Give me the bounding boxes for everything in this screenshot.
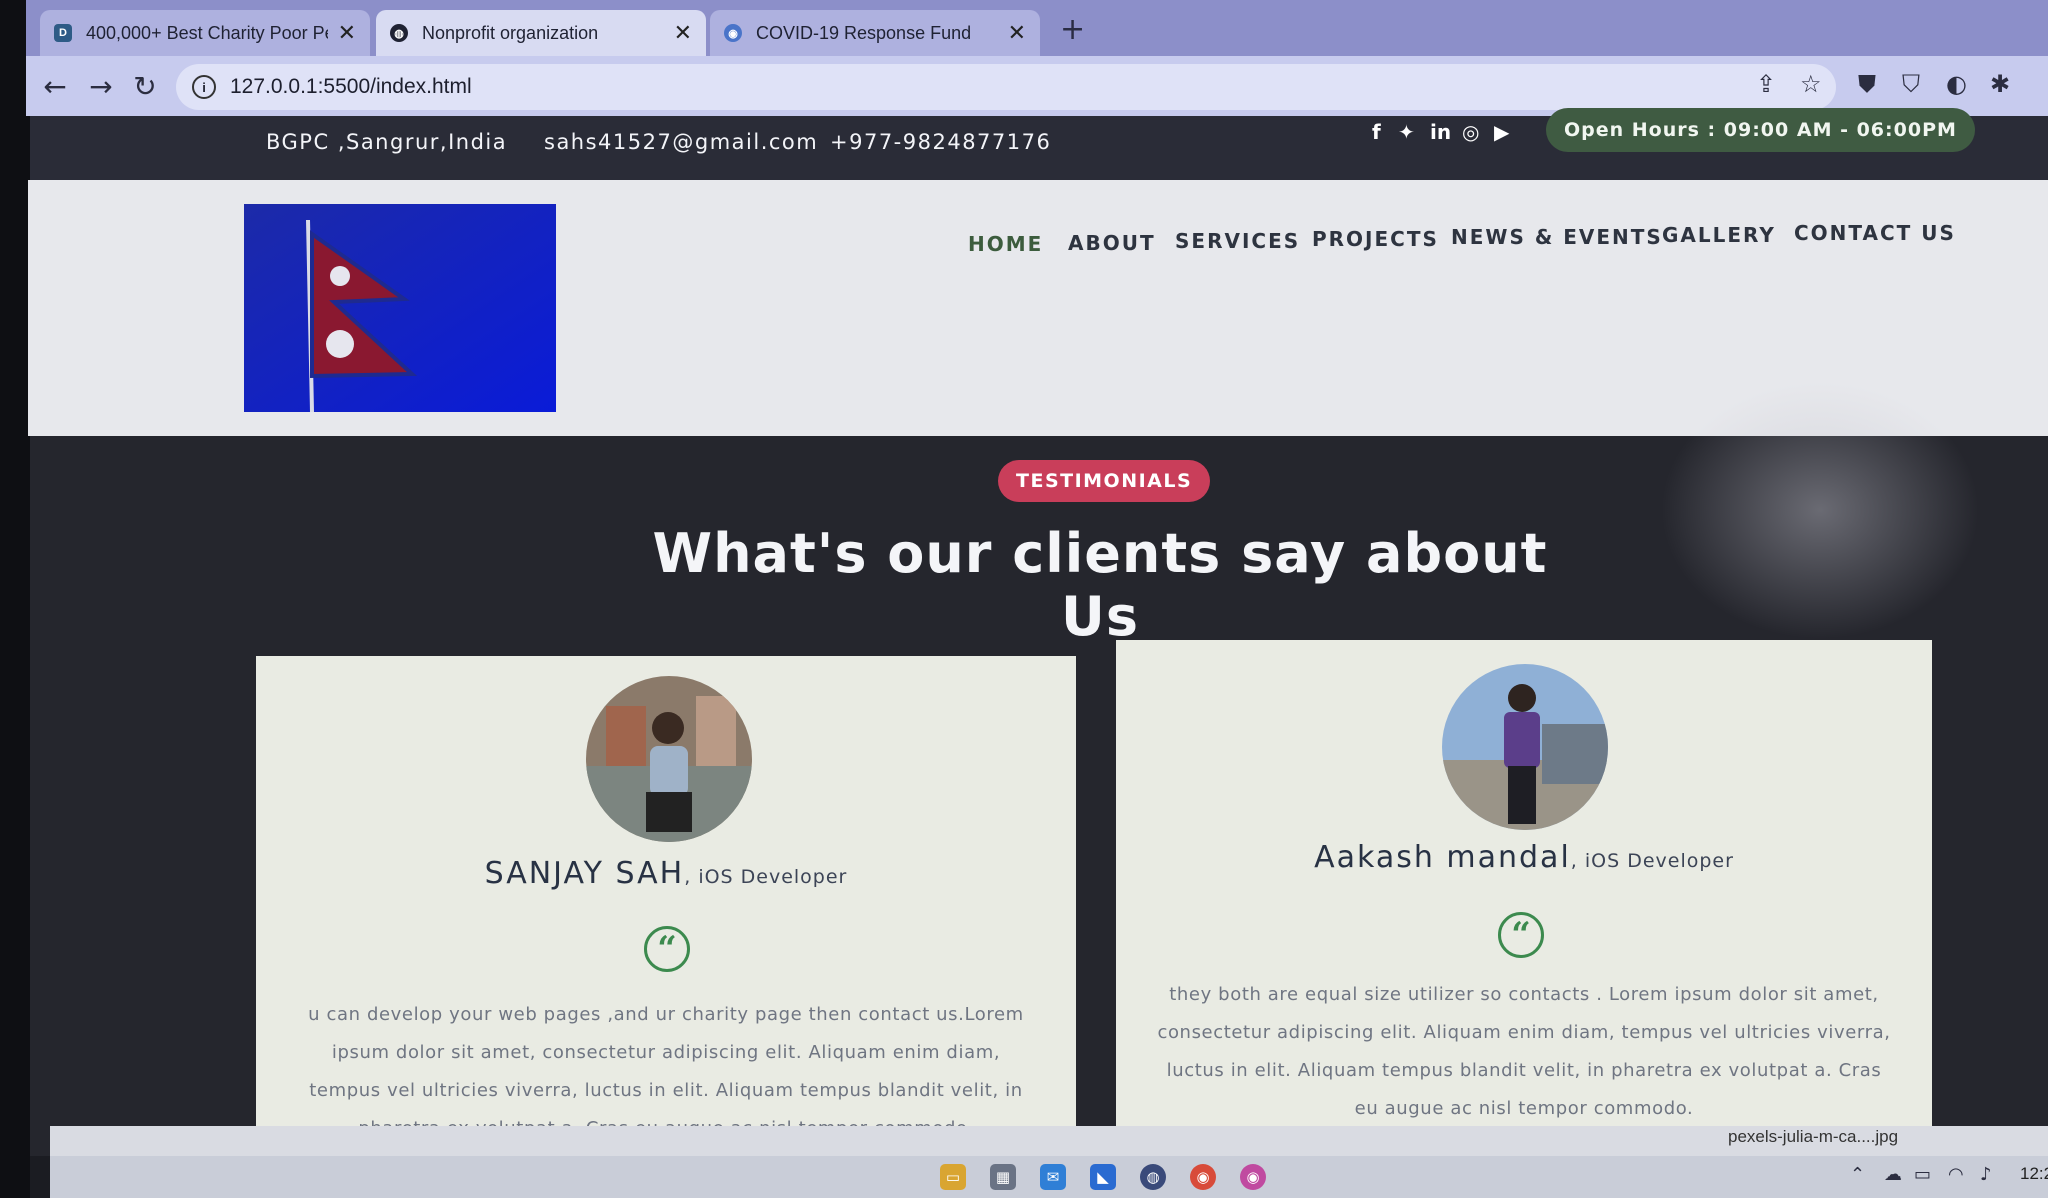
download-item[interactable]: pexels-julia-m-ca....jpg	[1728, 1127, 1898, 1147]
testimonial-text: they both are equal size utilizer so con…	[1157, 984, 1891, 1119]
clock: 12:2	[2020, 1164, 2048, 1183]
twitter-icon[interactable]: ✦	[1398, 120, 1415, 144]
quote-icon: “	[1498, 912, 1544, 958]
close-tab-icon[interactable]: ✕	[674, 20, 692, 46]
app-icon[interactable]: ◍	[1140, 1164, 1166, 1190]
youtube-icon[interactable]: ▶	[1494, 120, 1509, 144]
share-icon[interactable]: ⇪	[1756, 70, 1776, 98]
nav-services[interactable]: SERVICES	[1175, 229, 1300, 253]
forward-icon[interactable]: →	[84, 70, 118, 103]
extensions-puzzle-icon[interactable]: ✱	[1990, 70, 2010, 98]
extension-badge-icon[interactable]: ⛉	[1902, 70, 1920, 98]
vscode-icon[interactable]: ◣	[1090, 1164, 1116, 1190]
nav-about[interactable]: ABOUT	[1068, 231, 1156, 255]
open-hours-badge: Open Hours : 09:00 AM - 06:00PM	[1546, 108, 1975, 152]
testimonial-card: Aakash mandal, iOS Developer “ they both…	[1116, 640, 1932, 1156]
nav-gallery[interactable]: GALLERY	[1662, 223, 1776, 247]
tab-covid[interactable]: ◉ COVID-19 Response Fund ✕	[710, 10, 1040, 56]
client-name-line: Aakash mandal, iOS Developer	[1116, 840, 1932, 875]
close-tab-icon[interactable]: ✕	[1008, 20, 1026, 46]
client-name: Aakash mandal	[1314, 840, 1571, 875]
bookmark-star-icon[interactable]: ☆	[1800, 70, 1822, 98]
file-explorer-icon[interactable]: ▭	[940, 1164, 966, 1190]
battery-icon[interactable]: ▭	[1914, 1164, 1931, 1185]
close-tab-icon[interactable]: ✕	[338, 20, 356, 46]
screen-bezel	[0, 0, 30, 1198]
email-link[interactable]: sahs41527@gmail.com	[544, 130, 818, 154]
screen-glare	[1660, 380, 1980, 640]
nepal-flag-logo[interactable]	[244, 204, 556, 412]
site-info-icon[interactable]: i	[192, 75, 216, 99]
avatar	[586, 676, 752, 842]
tab-title: Nonprofit organization	[422, 22, 599, 43]
client-role: , iOS Developer	[684, 866, 848, 888]
tab-charity[interactable]: D 400,000+ Best Charity Poor Peop ✕	[40, 10, 370, 56]
testimonials-badge: TESTIMONIALS	[998, 460, 1211, 502]
chevron-up-icon[interactable]: ⌃	[1850, 1164, 1865, 1185]
reload-icon[interactable]: ↻	[128, 70, 162, 103]
client-role: , iOS Developer	[1570, 850, 1734, 872]
onedrive-icon[interactable]: ☁	[1884, 1164, 1902, 1185]
wifi-icon[interactable]: ◠	[1948, 1164, 1964, 1185]
facebook-icon[interactable]: f	[1372, 120, 1381, 144]
address-text: BGPC ,Sangrur,India	[266, 130, 508, 154]
extension-shield-icon[interactable]: ⛊	[1858, 70, 1876, 98]
avatar	[1442, 664, 1608, 830]
section-heading: What's our clients say about Us	[652, 522, 1548, 648]
address-bar[interactable]: i 127.0.0.1:5500/index.html	[176, 64, 1836, 110]
client-name: SANJAY SAH	[484, 856, 685, 891]
testimonial-card: SANJAY SAH, iOS Developer “ u can develo…	[256, 656, 1076, 1156]
tab-title: COVID-19 Response Fund	[756, 22, 972, 43]
url-text: 127.0.0.1:5500/index.html	[230, 75, 472, 98]
browser-icon[interactable]: ◉	[1240, 1164, 1266, 1190]
instagram-icon[interactable]: ◎	[1462, 120, 1479, 144]
un-favicon-icon: ◉	[724, 24, 742, 42]
site-favicon-icon: D	[54, 24, 72, 42]
tab-nonprofit[interactable]: ◍ Nonprofit organization ✕	[376, 10, 706, 56]
nav-contact-us[interactable]: CONTACT US	[1794, 221, 1956, 245]
mail-icon[interactable]: ✉	[1040, 1164, 1066, 1190]
new-tab-button[interactable]: +	[1060, 12, 1085, 47]
phone-link[interactable]: +977-9824877176	[830, 130, 1051, 154]
linkedin-icon[interactable]: in	[1430, 120, 1451, 144]
nav-home[interactable]: HOME	[968, 232, 1043, 256]
extension-circle-icon[interactable]: ◐	[1946, 70, 1967, 98]
client-name-line: SANJAY SAH, iOS Developer	[256, 856, 1076, 891]
nav-projects[interactable]: PROJECTS	[1312, 227, 1439, 251]
globe-icon: ◍	[390, 24, 408, 42]
back-icon[interactable]: ←	[38, 70, 72, 103]
tab-title: 400,000+ Best Charity Poor Peop	[86, 22, 328, 43]
volume-icon[interactable]: ♪	[1980, 1164, 1992, 1185]
store-icon[interactable]: ▦	[990, 1164, 1016, 1190]
nav-news-events[interactable]: NEWS & EVENTS	[1451, 225, 1663, 249]
quote-icon: “	[644, 926, 690, 972]
chrome-icon[interactable]: ◉	[1190, 1164, 1216, 1190]
